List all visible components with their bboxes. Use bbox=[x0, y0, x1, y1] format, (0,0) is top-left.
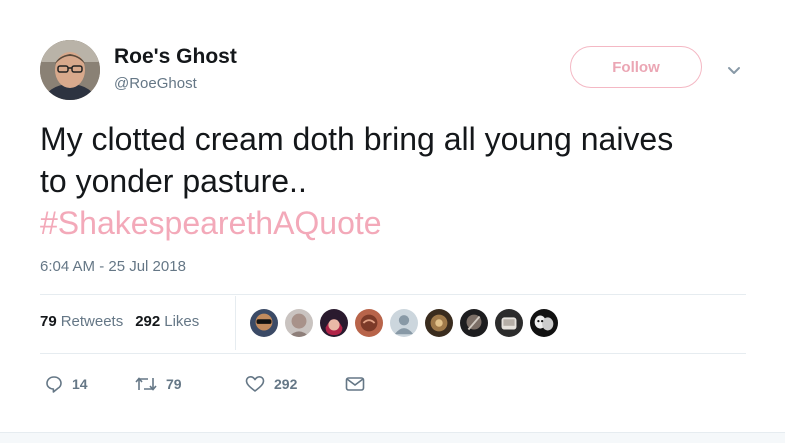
engagement-stats: 79 Retweets 292 Likes bbox=[40, 313, 211, 330]
author-avatar[interactable] bbox=[40, 40, 100, 100]
liker-avatar[interactable] bbox=[354, 308, 384, 338]
retweets-stat-count: 79 bbox=[40, 313, 57, 330]
liker-avatar[interactable] bbox=[284, 308, 314, 338]
tweet-timestamp[interactable]: 6:04 AM - 25 Jul 2018 bbox=[40, 258, 186, 275]
stats-separator bbox=[235, 296, 236, 350]
heart-icon bbox=[244, 374, 266, 394]
liker-avatar[interactable] bbox=[529, 308, 559, 338]
liker-avatar[interactable] bbox=[494, 308, 524, 338]
divider bbox=[40, 294, 746, 295]
tweet-text-line: to yonder pasture.. bbox=[40, 163, 307, 199]
retweet-count: 79 bbox=[166, 376, 182, 392]
liker-avatar[interactable] bbox=[319, 308, 349, 338]
liker-avatar[interactable] bbox=[249, 308, 279, 338]
like-count: 292 bbox=[274, 376, 298, 392]
follow-button[interactable]: Follow bbox=[570, 46, 702, 88]
reply-button[interactable]: 14 bbox=[44, 374, 134, 394]
tweet-actions: 14 79 292 bbox=[44, 372, 366, 396]
divider bbox=[40, 353, 746, 354]
tweet-text-line: My clotted cream doth bring all young na… bbox=[40, 121, 674, 157]
like-button[interactable]: 292 bbox=[244, 374, 344, 394]
tweet-text: My clotted cream doth bring all young na… bbox=[40, 118, 760, 244]
reply-icon bbox=[44, 374, 64, 394]
retweets-stat-label: Retweets bbox=[60, 313, 124, 330]
retweets-stat[interactable]: 79 Retweets bbox=[40, 313, 123, 330]
direct-message-button[interactable] bbox=[344, 374, 366, 394]
likes-stat-count: 292 bbox=[135, 313, 161, 330]
retweet-button[interactable]: 79 bbox=[134, 374, 244, 394]
likers-avatars bbox=[249, 308, 564, 340]
likes-stat[interactable]: 292 Likes bbox=[135, 313, 199, 330]
liker-avatar[interactable] bbox=[459, 308, 489, 338]
hashtag-link[interactable]: #ShakespearethAQuote bbox=[40, 202, 760, 244]
message-icon bbox=[344, 374, 366, 394]
author-display-name[interactable]: Roe's Ghost bbox=[114, 45, 237, 69]
page-footer-band bbox=[0, 432, 785, 443]
retweet-icon bbox=[134, 374, 158, 394]
likes-stat-label: Likes bbox=[164, 313, 200, 330]
reply-count: 14 bbox=[72, 376, 88, 392]
tweet-card: Roe's Ghost @RoeGhost Follow My clotted … bbox=[0, 0, 785, 432]
chevron-down-icon[interactable] bbox=[724, 60, 744, 80]
liker-avatar[interactable] bbox=[424, 308, 454, 338]
liker-avatar[interactable] bbox=[389, 308, 419, 338]
author-handle[interactable]: @RoeGhost bbox=[114, 75, 197, 92]
